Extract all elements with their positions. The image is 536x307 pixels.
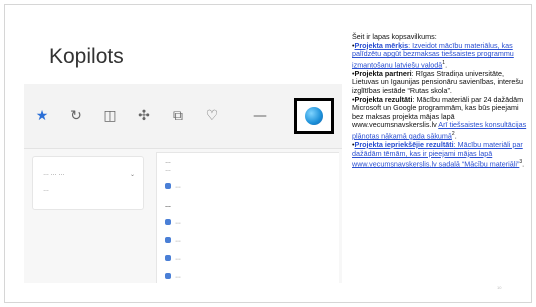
goal-link[interactable]: Projekta mērķis: Izveidot mācību materiā… bbox=[352, 41, 514, 70]
panel-item: … bbox=[165, 183, 331, 193]
star-icon: ★ bbox=[35, 108, 49, 124]
previous-results-link[interactable]: Projekta iepriekšējie rezultāti: Mācību … bbox=[352, 140, 523, 169]
card-line-1: … … … bbox=[43, 171, 65, 177]
bullet-goal: •Projekta mērķis: Izveidot mācību materi… bbox=[352, 40, 514, 70]
bullet-partners: •Projekta partneri: Rīgas Stradiņa unive… bbox=[352, 68, 524, 95]
panel-section-head: … bbox=[165, 203, 171, 209]
page-number: 10 bbox=[497, 285, 502, 290]
split-screen-icon: ◫ bbox=[103, 108, 117, 124]
bullet-results: •Projekta rezultāti: Mācību materiāli pa… bbox=[352, 94, 527, 141]
copilot-highlight-box bbox=[294, 98, 334, 134]
slide-title: Kopilots bbox=[49, 45, 124, 68]
settings-card: … … … ⌄ … bbox=[32, 156, 144, 210]
copilot-icon bbox=[305, 107, 323, 125]
collections-icon: ⧉ bbox=[173, 108, 183, 124]
panel-item: … bbox=[165, 237, 331, 247]
more-icon: — bbox=[253, 108, 267, 124]
card-line-2: … bbox=[43, 187, 49, 193]
copilot-panel: … … … … … … … … bbox=[156, 152, 339, 283]
panel-subtitle: … bbox=[165, 167, 171, 173]
browser-screenshot: ★ ↻ ◫ ✣ ⧉ ♡ — … … … ⌄ … … … … … … … … … bbox=[24, 84, 342, 283]
chevron-down-icon: ⌄ bbox=[129, 172, 135, 178]
panel-title: … bbox=[165, 159, 171, 165]
browser-toolbar: ★ ↻ ◫ ✣ ⧉ ♡ — bbox=[24, 84, 342, 149]
panel-item: … bbox=[165, 255, 331, 265]
refresh-icon: ↻ bbox=[70, 108, 82, 124]
panel-item: … bbox=[165, 219, 331, 229]
performance-icon: ♡ bbox=[205, 108, 219, 124]
panel-item: … bbox=[165, 273, 331, 283]
summary-text: Šeit ir lapas kopsavilkums: •Projekta mē… bbox=[352, 32, 530, 169]
puzzle-icon: ✣ bbox=[138, 108, 150, 124]
slide: Kopilots ★ ↻ ◫ ✣ ⧉ ♡ — … … … ⌄ … … … … …… bbox=[4, 4, 532, 303]
bullet-previous-results: •Projekta iepriekšējie rezultāti: Mācību… bbox=[352, 139, 525, 169]
